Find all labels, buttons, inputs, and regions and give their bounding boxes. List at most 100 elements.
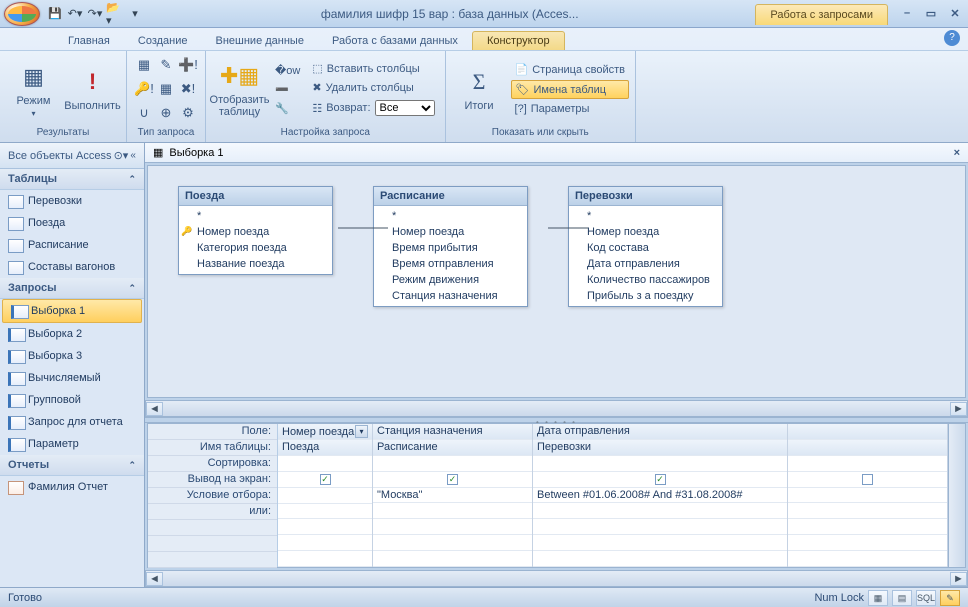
design-hscroll[interactable]: ◄►	[145, 400, 968, 417]
view-datasheet-icon[interactable]: ▦	[868, 590, 888, 606]
return-button[interactable]: ☷Возврат:Все	[308, 98, 438, 118]
field-item[interactable]: Номер поезда	[179, 224, 332, 240]
field-item[interactable]: Код состава	[569, 240, 722, 256]
view-pivot-icon[interactable]: ▤	[892, 590, 912, 606]
collapse-icon[interactable]: ⌃	[128, 283, 136, 294]
collapse-icon[interactable]: ⌃	[128, 174, 136, 185]
nav-item[interactable]: Расписание	[0, 234, 144, 256]
nav-item[interactable]: Составы вагонов	[0, 256, 144, 278]
delete-rows-button[interactable]: ➖	[271, 81, 304, 98]
show-checkbox[interactable]: ✓	[447, 474, 458, 485]
data-def-icon[interactable]: ⚙	[177, 102, 199, 124]
grid-cell[interactable]	[278, 551, 372, 567]
field-item[interactable]: Прибыль з а поездку	[569, 288, 722, 304]
grid-cell[interactable]: Станция назначения	[373, 424, 532, 440]
office-button[interactable]	[4, 2, 40, 26]
nav-item[interactable]: Запрос для отчета	[0, 411, 144, 433]
show-checkbox[interactable]	[862, 474, 873, 485]
scroll-right-icon[interactable]: ►	[950, 402, 967, 416]
scroll-right-icon[interactable]: ►	[950, 572, 967, 586]
field-item[interactable]: Режим движения	[374, 272, 527, 288]
tab-home[interactable]: Главная	[54, 32, 124, 50]
tab-external[interactable]: Внешние данные	[202, 32, 318, 50]
tab-create[interactable]: Создание	[124, 32, 202, 50]
design-surface[interactable]: Поезда*Номер поездаКатегория поездаНазва…	[147, 165, 966, 398]
field-item[interactable]: *	[179, 208, 332, 224]
close-icon[interactable]: ✕	[946, 7, 964, 20]
grid-cell[interactable]	[373, 551, 532, 567]
grid-vscroll[interactable]	[948, 424, 965, 567]
grid-cell[interactable]	[278, 488, 372, 504]
field-item[interactable]: Номер поезда	[569, 224, 722, 240]
grid-cell[interactable]	[788, 519, 947, 535]
table-box[interactable]: Поезда*Номер поездаКатегория поездаНазва…	[178, 186, 333, 275]
grid-cell[interactable]: ✓	[373, 472, 532, 488]
grid-hscroll[interactable]: ◄►	[145, 570, 968, 587]
nav-group-header[interactable]: Таблицы⌃	[0, 169, 144, 190]
table-box[interactable]: Перевозки*Номер поездаКод составаДата от…	[568, 186, 723, 307]
grid-cell[interactable]	[788, 472, 947, 488]
view-design-icon[interactable]: ✎	[940, 590, 960, 606]
grid-cell[interactable]	[278, 519, 372, 535]
grid-cell[interactable]	[373, 535, 532, 551]
minimize-icon[interactable]: –	[898, 7, 916, 20]
insert-cols-button[interactable]: ⬚Вставить столбцы	[308, 60, 438, 77]
table-box[interactable]: Расписание*Номер поездаВремя прибытияВре…	[373, 186, 528, 307]
table-names-button[interactable]: 🏷Имена таблиц	[511, 80, 629, 99]
dropdown-icon[interactable]: ▾	[355, 425, 368, 438]
builder-button[interactable]: 🔧	[271, 100, 304, 117]
grid-column[interactable]: Номер поезда▾Поезда✓	[278, 424, 373, 567]
grid-cell[interactable]	[533, 503, 787, 519]
field-item[interactable]: Дата отправления	[569, 256, 722, 272]
grid-cell[interactable]: "Москва"	[373, 488, 532, 504]
grid-cell[interactable]: Дата отправления	[533, 424, 787, 440]
nav-collapse-icon[interactable]: «	[130, 150, 136, 161]
grid-cell[interactable]	[533, 551, 787, 567]
field-item[interactable]: Категория поезда	[179, 240, 332, 256]
grid-cell[interactable]	[278, 535, 372, 551]
nav-dropdown-icon[interactable]: ⊙▾	[114, 149, 129, 162]
grid-cell[interactable]	[373, 456, 532, 472]
field-item[interactable]: Номер поезда	[374, 224, 527, 240]
grid-cell[interactable]	[788, 440, 947, 456]
redo-icon[interactable]: ↷▾	[86, 5, 104, 23]
grid-cell[interactable]: ✓	[278, 472, 372, 488]
restore-icon[interactable]: ▭	[922, 7, 940, 20]
grid-cell[interactable]	[788, 424, 947, 440]
nav-item[interactable]: Выборка 2	[0, 323, 144, 345]
view-button[interactable]: ▦Режим▾	[6, 56, 61, 122]
help-icon[interactable]: ?	[944, 30, 960, 46]
grid-cell[interactable]	[788, 551, 947, 567]
grid-cell[interactable]	[788, 488, 947, 504]
scroll-left-icon[interactable]: ◄	[146, 572, 163, 586]
document-tab-title[interactable]: Выборка 1	[169, 147, 223, 159]
contextual-tab[interactable]: Работа с запросами	[755, 4, 888, 25]
grid-cell[interactable]	[788, 503, 947, 519]
nav-item[interactable]: Поезда	[0, 212, 144, 234]
parameters-button[interactable]: [?]Параметры	[511, 101, 629, 117]
field-item[interactable]: Название поезда	[179, 256, 332, 272]
undo-icon[interactable]: ↶▾	[66, 5, 84, 23]
grid-cell[interactable]	[533, 519, 787, 535]
view-sql-icon[interactable]: SQL	[916, 590, 936, 606]
nav-group-header[interactable]: Запросы⌃	[0, 278, 144, 299]
field-item[interactable]: Время отправления	[374, 256, 527, 272]
append-icon[interactable]: ➕!	[177, 54, 199, 76]
field-item[interactable]: Время прибытия	[374, 240, 527, 256]
field-item[interactable]: Станция назначения	[374, 288, 527, 304]
nav-header[interactable]: Все объекты Access ⊙▾ «	[0, 143, 144, 169]
collapse-icon[interactable]: ⌃	[128, 460, 136, 471]
nav-item[interactable]: Перевозки	[0, 190, 144, 212]
grid-cell[interactable]: Перевозки	[533, 440, 787, 456]
update-icon[interactable]: 🔑!	[133, 78, 155, 100]
delete-query-icon[interactable]: ✖!	[177, 78, 199, 100]
field-item[interactable]: *	[569, 208, 722, 224]
nav-item[interactable]: Фамилия Отчет	[0, 476, 144, 498]
grid-cell[interactable]	[278, 504, 372, 520]
field-item[interactable]: *	[374, 208, 527, 224]
crosstab-icon[interactable]: ▦	[155, 78, 177, 100]
field-item[interactable]: Количество пассажиров	[569, 272, 722, 288]
grid-cell[interactable]: ✓	[533, 472, 787, 488]
grid-cell[interactable]	[373, 519, 532, 535]
grid-cell[interactable]	[278, 456, 372, 472]
